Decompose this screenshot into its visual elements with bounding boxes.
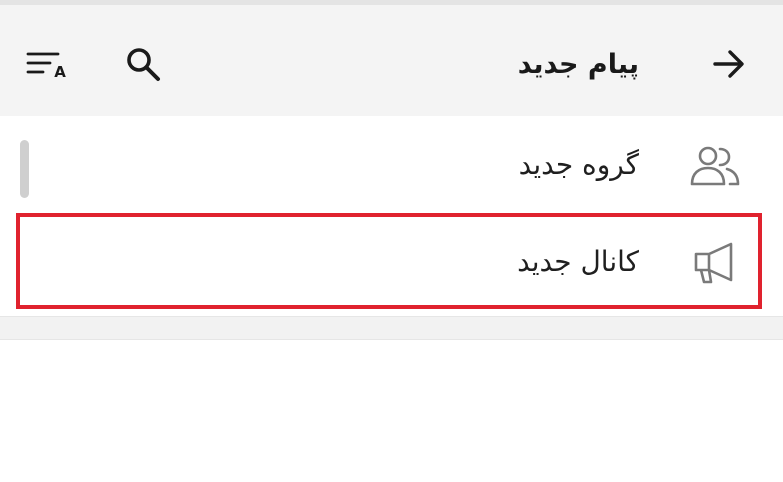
new-group-item[interactable]: گروه جدید	[0, 116, 783, 213]
sort-letter: A	[54, 63, 66, 81]
sort-button[interactable]: A	[22, 45, 72, 85]
list-bottom-divider	[0, 316, 783, 340]
new-channel-label: کانال جدید	[517, 245, 639, 278]
back-button[interactable]	[706, 41, 752, 87]
search-button[interactable]	[120, 41, 166, 87]
new-message-menu: گروه جدید کانال جدید	[0, 116, 783, 316]
new-channel-item[interactable]: کانال جدید	[0, 213, 783, 310]
sort-alpha-icon: A	[26, 52, 66, 81]
people-icon	[690, 146, 740, 186]
new-group-icon-wrap	[686, 137, 744, 195]
arrow-right-icon	[713, 50, 744, 78]
search-icon	[127, 48, 160, 81]
new-channel-icon-wrap	[686, 234, 744, 292]
page-title: پیام جدید	[517, 49, 639, 80]
app-header: پیام جدید A	[0, 5, 783, 116]
new-group-label: گروه جدید	[518, 148, 639, 181]
megaphone-icon	[694, 242, 733, 284]
scrollbar-thumb[interactable]	[20, 140, 29, 198]
